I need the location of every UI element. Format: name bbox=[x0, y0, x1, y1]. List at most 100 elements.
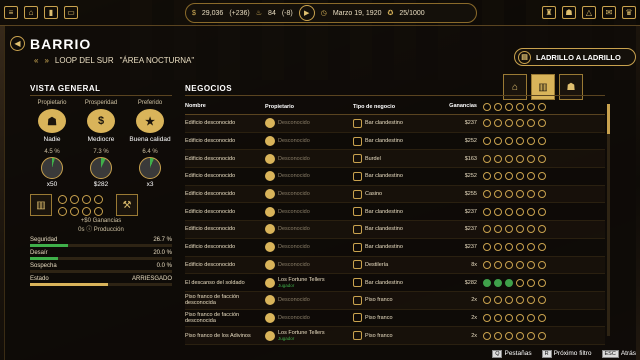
status-icon bbox=[538, 137, 546, 146]
stats-icon[interactable]: ▮ bbox=[44, 6, 58, 19]
back-icon[interactable]: ◀ bbox=[10, 36, 25, 51]
table-row[interactable]: Edificio desconocido Desconocido Bar cland… bbox=[185, 239, 605, 257]
business-name: Edificio desconocido bbox=[185, 120, 236, 127]
next-district-icon[interactable]: » bbox=[44, 56, 48, 65]
status-icon bbox=[527, 296, 535, 305]
status-icon bbox=[505, 243, 513, 252]
district-name: LOOP DEL SUR bbox=[54, 56, 114, 65]
status-icon bbox=[516, 119, 524, 128]
business-type-icon bbox=[353, 171, 362, 181]
hint-tabs[interactable]: Q Pestañas bbox=[492, 350, 532, 358]
owner-name: Desconocido bbox=[278, 173, 310, 180]
hint-filter[interactable]: R Próximo filtro bbox=[541, 350, 592, 358]
owner-name: Desconocido bbox=[278, 155, 310, 162]
table-row[interactable]: Edificio desconocido Desconocido Destilerí… bbox=[185, 256, 605, 275]
col-owner[interactable]: Propietario bbox=[265, 103, 353, 111]
business-earnings: $237 bbox=[464, 208, 477, 215]
owner-sub: Jugador bbox=[278, 282, 295, 288]
owner-value: Nadie bbox=[43, 136, 61, 143]
status-icon bbox=[538, 154, 546, 163]
owner-name: Los Fortune Tellers bbox=[278, 276, 325, 283]
status-icon bbox=[483, 225, 491, 234]
business-type: Bar clandestino bbox=[365, 208, 403, 215]
table-row[interactable]: Piso franco de facción desconocida Descon… bbox=[185, 310, 605, 328]
status-icon bbox=[494, 137, 502, 146]
business-type-icon bbox=[353, 295, 362, 305]
status-icon bbox=[494, 331, 502, 340]
table-row[interactable]: Edificio desconocido Desconocido Bar cland… bbox=[185, 168, 605, 186]
prev-district-icon[interactable]: « bbox=[34, 56, 38, 65]
hint-back[interactable]: ESC Atrás bbox=[601, 350, 636, 358]
table-row[interactable]: Edificio desconocido Desconocido Casino $25… bbox=[185, 185, 605, 204]
trophy-icon[interactable]: ♛ bbox=[622, 6, 636, 19]
status-icon bbox=[538, 260, 546, 269]
district-quote: "ÁREA NOCTURNA" bbox=[119, 56, 195, 65]
owner-avatar bbox=[265, 242, 275, 253]
col-name[interactable]: Nombre bbox=[185, 103, 265, 111]
col-icons bbox=[483, 103, 546, 111]
business-earnings: 2x bbox=[471, 332, 477, 339]
overview-title: VISTA GENERAL bbox=[30, 84, 172, 96]
heat-icon: ♨ bbox=[255, 10, 263, 17]
status-icon bbox=[516, 260, 524, 269]
status-icon bbox=[516, 225, 524, 234]
table-row[interactable]: Piso franco de los Adivinos Los Fortune T… bbox=[185, 327, 605, 345]
status-icon bbox=[527, 154, 535, 163]
status-icon bbox=[505, 172, 513, 181]
status-icon bbox=[494, 172, 502, 181]
business-type: Destilería bbox=[365, 261, 389, 268]
date-value: Marzo 19, 1920 bbox=[332, 9, 382, 17]
crew-icon[interactable]: ☗ bbox=[562, 6, 576, 19]
status-icon bbox=[494, 207, 502, 216]
table-row[interactable]: Edificio desconocido Desconocido Bar cland… bbox=[185, 203, 605, 222]
menu-icon[interactable]: ≡ bbox=[4, 6, 18, 19]
owner-name: Desconocido bbox=[278, 226, 310, 233]
table-row[interactable]: El descanso del soldado Los Fortune Telle… bbox=[185, 274, 605, 292]
business-earnings: $282 bbox=[464, 279, 477, 286]
worker-icon: ⚒ bbox=[116, 194, 138, 216]
owner-avatar bbox=[265, 136, 275, 147]
stat-track bbox=[30, 244, 172, 247]
business-earnings: $237 bbox=[464, 120, 477, 127]
table-row[interactable]: Edificio desconocido Desconocido Bar cland… bbox=[185, 221, 605, 239]
brick-by-brick-tab[interactable]: ▤ LADRILLO A LADRILLO bbox=[514, 48, 636, 66]
status-icon bbox=[494, 190, 502, 199]
status-icon bbox=[516, 154, 524, 163]
status-icon bbox=[505, 137, 513, 146]
status-icon bbox=[494, 296, 502, 305]
business-type: Piso franco bbox=[365, 314, 393, 321]
status-icon bbox=[527, 137, 535, 146]
city-icon[interactable]: ⌂ bbox=[24, 6, 38, 19]
status-icon bbox=[505, 331, 513, 340]
scrollbar[interactable] bbox=[607, 104, 610, 336]
brick-icon: ▤ bbox=[518, 50, 531, 64]
play-button[interactable]: ▶ bbox=[298, 5, 315, 21]
status-icon bbox=[505, 225, 513, 234]
stat-row: Desaír 20.0 % bbox=[30, 250, 172, 260]
status-icon bbox=[538, 278, 546, 287]
table-row[interactable]: Edificio desconocido Desconocido Bar cland… bbox=[185, 115, 605, 133]
money-delta: (+236) bbox=[229, 9, 250, 17]
bottle-icon[interactable]: ♜ bbox=[542, 6, 556, 19]
preferred-label: Preferido bbox=[137, 100, 163, 106]
stat-value: ARRIESGADO bbox=[131, 276, 172, 282]
status-icon bbox=[483, 278, 491, 287]
gift-icon[interactable]: ✉ bbox=[602, 6, 616, 19]
briefcase-icon[interactable]: ▭ bbox=[64, 6, 78, 19]
stat-bars: Seguridad 26.7 % Desaír 20.0 % Sospecha 0.0 %… bbox=[30, 237, 172, 286]
money-value: 29,036 bbox=[201, 9, 224, 17]
table-row[interactable]: Piso franco de facción desconocida Descon… bbox=[185, 291, 605, 310]
col-earnings[interactable]: Ganancias bbox=[433, 103, 483, 111]
status-icon bbox=[527, 190, 535, 199]
business-title: NEGOCIOS bbox=[185, 84, 605, 96]
status-icon bbox=[494, 260, 502, 269]
warning-icon[interactable]: △ bbox=[582, 6, 596, 19]
table-row[interactable]: Edificio desconocido Desconocido Bar cland… bbox=[185, 133, 605, 151]
status-icon bbox=[527, 331, 535, 340]
table-row[interactable]: Edificio desconocido Desconocido Burdel $16… bbox=[185, 150, 605, 169]
col-type[interactable]: Tipo de negocio bbox=[353, 103, 433, 111]
status-icon bbox=[483, 243, 491, 252]
status-icon bbox=[538, 119, 546, 128]
stat-fill bbox=[30, 257, 59, 260]
owner-name: Desconocido bbox=[278, 314, 310, 321]
